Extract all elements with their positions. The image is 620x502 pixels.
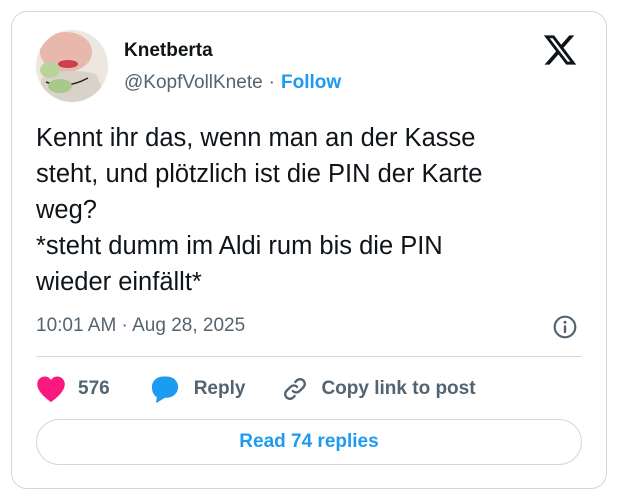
action-bar: 576 Reply Copy link to post — [36, 372, 476, 406]
link-icon — [284, 378, 307, 400]
like-count: 576 — [78, 378, 110, 399]
copy-link-button[interactable]: Copy link to post — [281, 375, 476, 403]
divider — [36, 356, 582, 357]
avatar[interactable] — [36, 30, 108, 102]
reply-button[interactable]: Reply — [150, 375, 246, 403]
copy-link-label: Copy link to post — [321, 378, 476, 399]
tweet-text: Kennt ihr das, wenn man an der Kasse ste… — [36, 124, 483, 296]
x-logo-icon[interactable] — [542, 32, 578, 68]
tweet-timestamp[interactable]: 10:01 AM · Aug 28, 2025 — [36, 315, 245, 337]
author-display-name[interactable]: Knetberta — [124, 40, 213, 62]
author-handle-row: @KopfVollKnete · Follow — [124, 72, 341, 94]
reply-label: Reply — [193, 378, 246, 399]
avatar-image — [36, 30, 108, 102]
heart-icon — [37, 376, 65, 403]
read-replies-button[interactable]: Read 74 replies — [36, 419, 582, 465]
speech-bubble-icon — [151, 376, 178, 403]
info-icon[interactable] — [552, 314, 578, 340]
separator-dot: · — [268, 72, 275, 93]
follow-link[interactable]: Follow — [281, 72, 341, 94]
author-handle[interactable]: @KopfVollKnete — [124, 72, 263, 94]
like-button[interactable]: 576 — [36, 375, 110, 403]
tweet-card: Knetberta @KopfVollKnete · Follow Kennt … — [11, 11, 607, 489]
